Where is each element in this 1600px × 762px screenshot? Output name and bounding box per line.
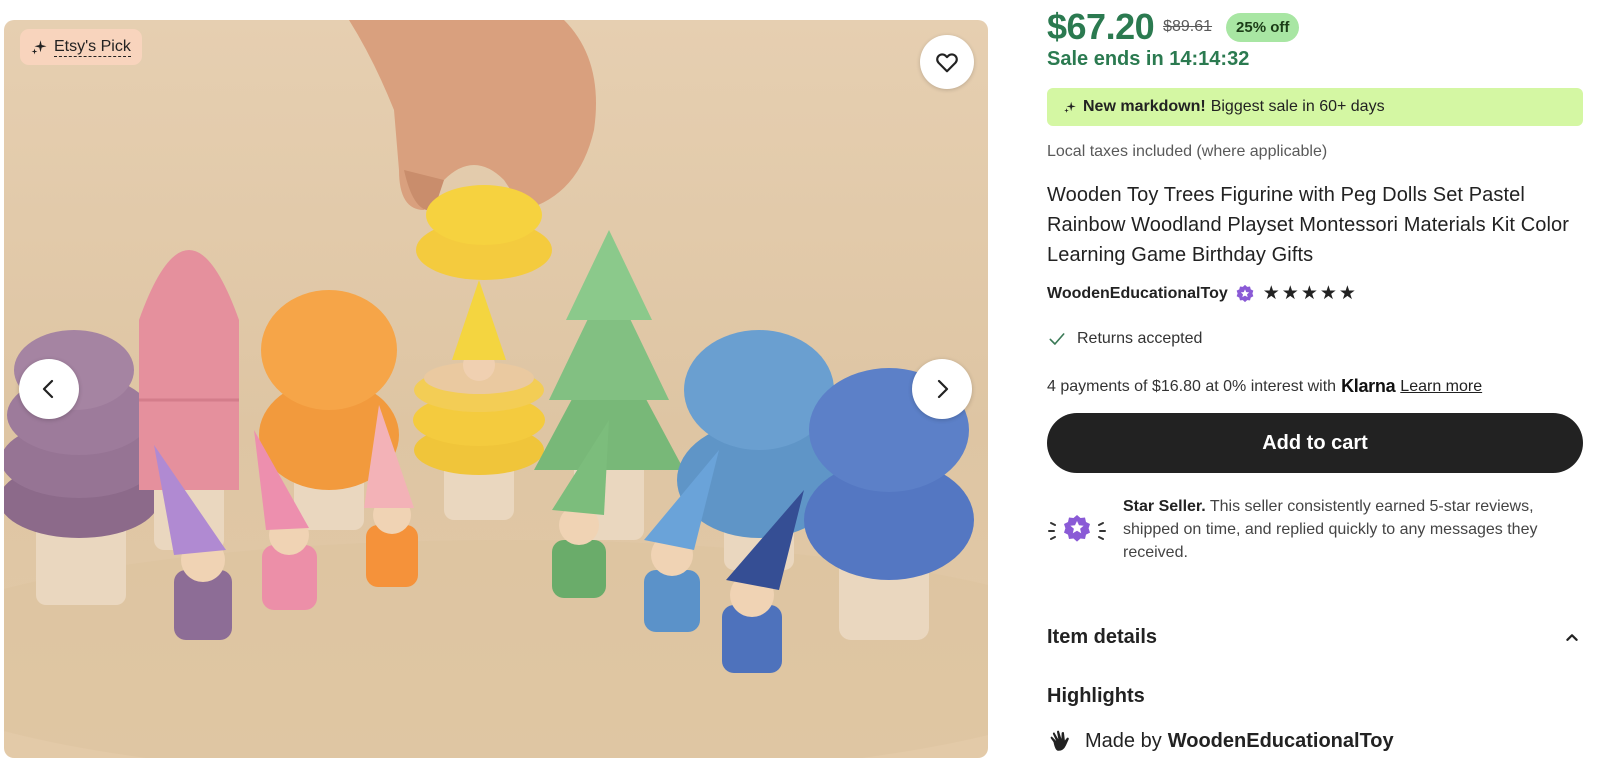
product-image-gallery[interactable]: Etsy's Pick bbox=[4, 20, 988, 758]
checkmark-icon bbox=[1049, 333, 1065, 345]
klarna-installments: 4 payments of $16.80 at 0% interest with… bbox=[1047, 376, 1482, 397]
item-details-toggle[interactable]: Item details bbox=[1047, 626, 1583, 649]
star-seller-badge-icon bbox=[1236, 284, 1254, 302]
favorite-button[interactable] bbox=[920, 35, 974, 89]
markdown-text: Biggest sale in 60+ days bbox=[1210, 98, 1385, 115]
klarna-text: 4 payments of $16.80 at 0% interest with bbox=[1047, 377, 1337, 395]
product-title: Wooden Toy Trees Figurine with Peg Dolls… bbox=[1047, 184, 1570, 266]
made-by-seller[interactable]: WoodenEducationalToy bbox=[1168, 730, 1394, 753]
sparkle-icon bbox=[31, 40, 47, 55]
star-seller-info: Star Seller. This seller consistently ea… bbox=[1047, 495, 1583, 564]
price-row: $67.20 $89.61 25% off bbox=[1047, 6, 1300, 48]
add-to-cart-button[interactable]: Add to cart bbox=[1047, 413, 1583, 473]
product-info-panel: $67.20 $89.61 25% off Sale ends in 14:14… bbox=[1047, 0, 1583, 762]
returns-label: Returns accepted bbox=[1077, 330, 1203, 347]
etsys-pick-badge[interactable]: Etsy's Pick bbox=[20, 29, 142, 65]
item-details-label: Item details bbox=[1047, 626, 1158, 648]
next-image-button[interactable] bbox=[912, 359, 972, 419]
product-photo bbox=[4, 20, 988, 758]
taxes-note: Local taxes included (where applicable) bbox=[1047, 143, 1328, 160]
chevron-left-icon bbox=[42, 379, 54, 399]
waving-hand-icon bbox=[1050, 730, 1069, 751]
chevron-right-icon bbox=[937, 379, 949, 399]
sale-price: $67.20 bbox=[1047, 6, 1155, 47]
previous-image-button[interactable] bbox=[19, 359, 79, 419]
etsys-pick-label: Etsy's Pick bbox=[54, 37, 131, 57]
chevron-up-icon bbox=[1566, 633, 1578, 641]
seller-row: WoodenEducationalToy ★★★★★ bbox=[1047, 282, 1358, 305]
sale-countdown: Sale ends in 14:14:32 bbox=[1047, 48, 1250, 70]
star-seller-title: Star Seller. bbox=[1123, 498, 1206, 515]
heart-icon bbox=[936, 53, 958, 73]
original-price: $89.61 bbox=[1163, 18, 1213, 35]
returns-info: Returns accepted bbox=[1047, 329, 1202, 349]
discount-badge: 25% off bbox=[1226, 12, 1300, 42]
star-seller-badge-icon bbox=[1048, 515, 1106, 542]
made-by-prefix: Made by bbox=[1085, 729, 1162, 752]
markdown-banner: New markdown! Biggest sale in 60+ days bbox=[1047, 88, 1583, 126]
star-seller-description: Star Seller. This seller consistently ea… bbox=[1123, 495, 1583, 564]
seller-link[interactable]: WoodenEducationalToy bbox=[1047, 285, 1228, 303]
sparkle-icon bbox=[1064, 101, 1076, 113]
highlights-heading: Highlights bbox=[1047, 685, 1145, 707]
made-by-row: Made by WoodenEducationalToy bbox=[1047, 728, 1394, 754]
markdown-title: New markdown! bbox=[1083, 98, 1206, 115]
klarna-learn-more-link[interactable]: Learn more bbox=[1400, 378, 1482, 396]
seller-rating-stars[interactable]: ★★★★★ bbox=[1263, 282, 1358, 305]
klarna-logo: Klarna bbox=[1341, 376, 1396, 396]
